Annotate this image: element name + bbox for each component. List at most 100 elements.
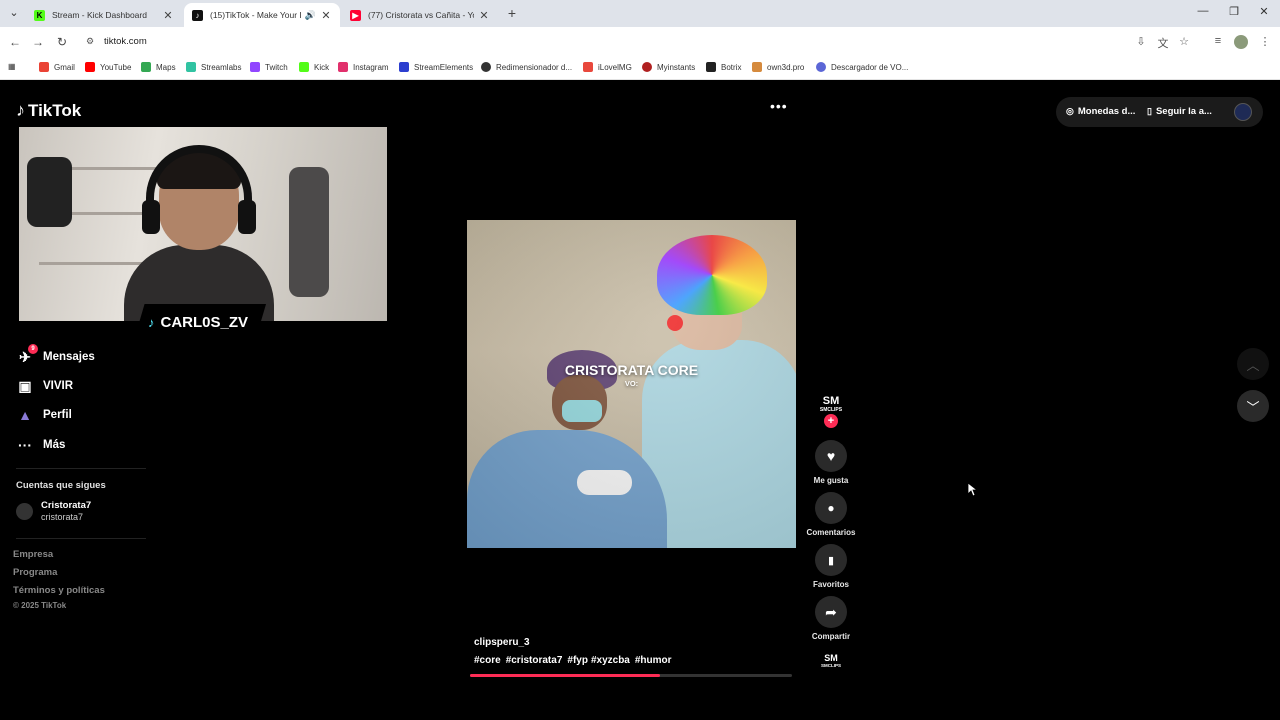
tiktok-logo[interactable]: ♪ TikTok [16, 100, 81, 121]
sidebar-item-messages[interactable]: ✈ 9 Mensajes [16, 344, 95, 366]
footer-link-programa[interactable]: Programa [13, 567, 57, 578]
tab-kick-dashboard[interactable]: K Stream - Kick Dashboard ✕ [26, 3, 182, 27]
hashtag-link[interactable]: #xyzcba [591, 655, 630, 666]
sidebar-item-more[interactable]: ··· Más [16, 436, 65, 454]
install-app-icon[interactable]: ⇩ [1134, 35, 1148, 48]
tab-title: Stream - Kick Dashboard [52, 10, 147, 20]
botrix-icon [706, 62, 716, 72]
user-avatar[interactable] [1234, 103, 1252, 121]
minimize-icon[interactable]: — [1195, 5, 1211, 17]
twitch-icon [250, 62, 260, 72]
bookmark-myinstants[interactable]: Myinstants [642, 62, 695, 72]
hashtag-link[interactable]: #core [474, 655, 501, 666]
hashtag-link[interactable]: #cristorata7 [506, 655, 563, 666]
streamelements-icon [399, 62, 409, 72]
video-player[interactable]: CRISTORATA CORE VO: [467, 220, 796, 548]
browser-menu-icon[interactable]: ⋮ [1258, 35, 1272, 48]
footer-link-empresa[interactable]: Empresa [13, 549, 53, 560]
reload-icon[interactable]: ↻ [55, 35, 69, 49]
chevron-up-icon: ︿ [1246, 357, 1260, 373]
footer-link-terms[interactable]: Términos y políticas [13, 585, 105, 596]
bookmark-botrix[interactable]: Botrix [706, 62, 741, 72]
bookmark-label: iLovelMG [598, 62, 632, 72]
tab-tiktok[interactable]: ♪ (15)TikTok - Make Your Day 🔊 ✕ [184, 3, 340, 27]
follow-app-button[interactable]: ▯ Seguir la a... [1147, 106, 1212, 117]
close-tab-icon[interactable]: ✕ [478, 9, 490, 22]
next-video-button[interactable]: ﹀ [1237, 390, 1269, 422]
close-window-icon[interactable]: ✕ [1256, 5, 1272, 18]
previous-video-button[interactable]: ︿ [1237, 348, 1269, 380]
profile-avatar[interactable] [1234, 35, 1248, 49]
instagram-icon [338, 62, 348, 72]
sidebar-item-label: VIVIR [43, 380, 74, 392]
bookmark-youtube[interactable]: YouTube [85, 62, 131, 72]
messages-badge: 9 [28, 344, 38, 354]
creator-avatar[interactable]: SM SMCLIPS [818, 395, 844, 415]
video-author[interactable]: clipsperu_3 [474, 637, 530, 648]
messages-icon: ✈ 9 [16, 344, 38, 366]
sidebar-item-live[interactable]: ▣ VIVIR [16, 377, 73, 395]
hashtag-link[interactable]: #humor [635, 655, 672, 666]
logo-text: TikTok [28, 100, 82, 120]
bookmark-streamelements[interactable]: StreamElements [399, 62, 473, 72]
bookmark-gmail[interactable]: Gmail [39, 62, 75, 72]
more-options-icon[interactable]: ••• [770, 98, 788, 114]
new-tab-icon[interactable]: + [505, 5, 519, 21]
video-progress-fill [470, 674, 660, 677]
tab-search-icon[interactable]: ⌄ [6, 5, 22, 21]
bookmark-instagram[interactable]: Instagram [338, 62, 389, 72]
coin-icon: ◎ [1066, 106, 1074, 116]
bookmark-label: Kick [314, 62, 330, 72]
sidebar-item-label: Más [43, 439, 66, 451]
bookmark-maps[interactable]: Maps [141, 62, 176, 72]
url-input[interactable]: tiktok.com [104, 36, 147, 47]
video-progress-bar[interactable] [470, 674, 792, 677]
bookmark-own3d[interactable]: own3d.pro [752, 62, 804, 72]
heart-icon: ♥ [826, 448, 836, 464]
bookmark-label: Redimensionador d... [496, 62, 573, 72]
gmail-icon [39, 62, 49, 72]
like-label: Me gusta [813, 476, 849, 485]
bookmark-label: Descargador de VO... [831, 62, 909, 72]
sound-disc[interactable]: SM SMCLIPS [818, 653, 844, 671]
speaker-icon[interactable]: 🔊 [305, 10, 316, 21]
tab-youtube[interactable]: ▶ (77) Cristorata vs Cañita - YouTube ✕ [342, 3, 498, 27]
comment-label: Comentarios [806, 528, 856, 537]
sidebar-item-profile[interactable]: ▲ Perfil [16, 406, 72, 424]
tab-title: (77) Cristorata vs Cañita - YouTube [368, 10, 474, 20]
hashtag-link[interactable]: #fyp [567, 655, 588, 666]
bookmark-twitch[interactable]: Twitch [250, 62, 288, 72]
restore-icon[interactable]: ❐ [1226, 5, 1242, 18]
site-info-icon[interactable]: ⚙ [86, 36, 94, 47]
bookmark-kick[interactable]: Kick [299, 62, 329, 72]
address-bar-row: ← → ↻ [0, 27, 1280, 57]
star-icon[interactable]: ☆ [1177, 35, 1191, 48]
close-tab-icon[interactable]: ✕ [320, 9, 332, 22]
bookmark-redimensionador[interactable]: Redimensionador d... [481, 62, 572, 72]
bookmark-label: Twitch [265, 62, 288, 72]
apps-icon[interactable]: ▦ [8, 62, 16, 71]
forward-icon[interactable]: → [31, 35, 45, 49]
follow-plus-icon[interactable]: + [824, 414, 838, 428]
bookmark-streamlabs[interactable]: Streamlabs [186, 62, 241, 72]
favorite-button[interactable]: ▮ [815, 544, 847, 576]
profile-icon: ▲ [18, 407, 32, 423]
share-button[interactable]: ➦ [815, 596, 847, 628]
media-control-icon[interactable]: ≡ [1211, 35, 1225, 47]
comment-button[interactable]: ● [815, 492, 847, 524]
translate-icon[interactable]: 文 [1156, 35, 1170, 51]
maps-icon [141, 62, 151, 72]
descargador-icon [816, 62, 826, 72]
close-tab-icon[interactable]: ✕ [162, 9, 174, 22]
ilovelmg-icon [583, 62, 593, 72]
back-icon[interactable]: ← [8, 35, 22, 49]
sidebar-divider [16, 538, 146, 539]
bookmark-label: Myinstants [657, 62, 696, 72]
like-button[interactable]: ♥ [815, 440, 847, 472]
coins-button[interactable]: ◎ Monedas d... [1066, 106, 1135, 117]
bookmark-label: Instagram [353, 62, 389, 72]
bookmark-descargador[interactable]: Descargador de VO... [816, 62, 908, 72]
bookmark-ilovelmg[interactable]: iLovelMG [583, 62, 632, 72]
kick-icon [299, 62, 309, 72]
following-account[interactable]: Cristorata7 cristorata7 [16, 500, 91, 523]
